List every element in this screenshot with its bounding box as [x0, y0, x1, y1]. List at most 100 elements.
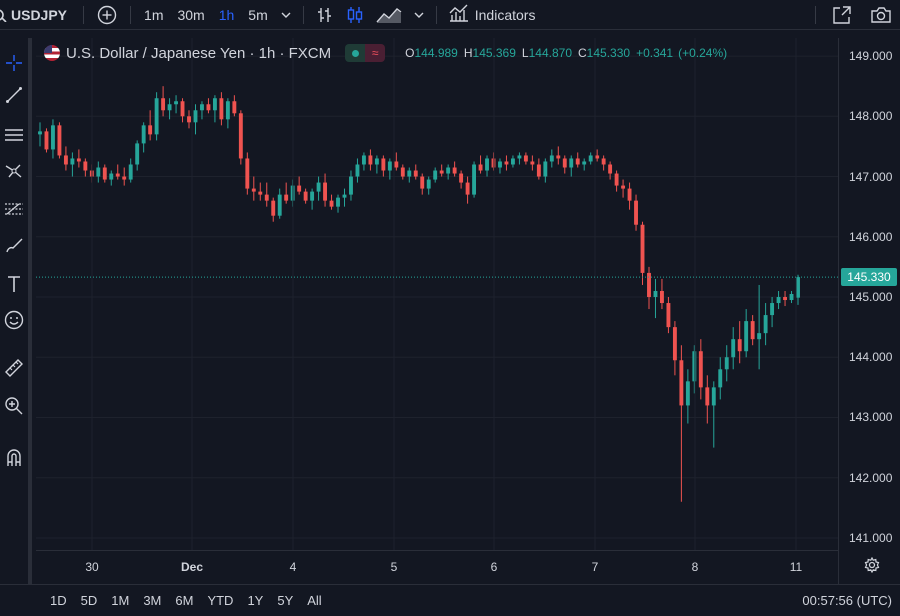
- snapshot-button[interactable]: [862, 0, 900, 30]
- candle-style-button[interactable]: [340, 0, 370, 30]
- candle-body: [485, 158, 489, 171]
- chart-settings-button[interactable]: [862, 556, 882, 576]
- trend-line-tool[interactable]: [0, 83, 28, 111]
- ohlc-values: O 144.989 H 145.369 L 144.870 C 145.330 +0.3…: [399, 46, 727, 60]
- candle-body: [206, 104, 211, 111]
- interval-button-30m[interactable]: 30m: [170, 0, 211, 30]
- candle-body: [653, 290, 658, 298]
- candle-body: [381, 158, 386, 171]
- fullscreen-icon: [832, 5, 852, 25]
- range-button-3m[interactable]: 3M: [136, 593, 168, 608]
- candle-body: [284, 194, 289, 201]
- bar-style-button[interactable]: [310, 0, 340, 30]
- add-symbol-button[interactable]: [90, 0, 124, 30]
- fullscreen-button[interactable]: [822, 0, 862, 30]
- range-button-5y[interactable]: 5Y: [270, 593, 300, 608]
- candle-body: [219, 98, 224, 120]
- indicators-button[interactable]: Indicators: [443, 0, 542, 30]
- chart-pane[interactable]: [36, 38, 838, 584]
- candle-body: [303, 191, 308, 201]
- symbol-search-button[interactable]: USDJPY: [0, 0, 73, 30]
- crosshair-tool[interactable]: [0, 51, 28, 79]
- magnet-tool[interactable]: [0, 446, 28, 474]
- interval-button-5m[interactable]: 5m: [241, 0, 274, 30]
- candle-body: [323, 182, 328, 201]
- bottom-bar: 1D 5D 1M 3M 6M YTD 1Y 5Y All 00:57:56 (UTC): [0, 584, 900, 616]
- intervals-dropdown-button[interactable]: [275, 0, 297, 30]
- range-button-6m[interactable]: 6M: [168, 593, 200, 608]
- candle-body: [660, 290, 664, 304]
- range-button-ytd[interactable]: YTD: [200, 593, 240, 608]
- range-button-all[interactable]: All: [300, 593, 328, 608]
- time-tick-label: 7: [591, 560, 599, 574]
- candle-body: [698, 351, 703, 388]
- candle-body: [478, 164, 483, 171]
- candle-body: [472, 164, 477, 195]
- candle-body: [115, 173, 120, 177]
- area-style-button[interactable]: [370, 0, 408, 30]
- price-axis[interactable]: 149.000 148.000 147.000 146.000 145.000 144.0…: [838, 38, 900, 584]
- candle-body: [167, 104, 172, 111]
- candle-body: [517, 155, 522, 159]
- candle-body: [355, 164, 360, 177]
- candle-body: [601, 158, 606, 165]
- low-key: L: [521, 46, 529, 60]
- candle-body: [70, 158, 75, 165]
- fib-tool[interactable]: [0, 197, 28, 225]
- candle-body: [510, 158, 515, 165]
- candle-body: [212, 98, 217, 111]
- range-button-1m[interactable]: 1M: [104, 593, 136, 608]
- candle-body: [277, 194, 282, 216]
- candle-body: [465, 182, 470, 195]
- candle-body: [504, 161, 509, 165]
- pattern-tool[interactable]: [0, 159, 28, 187]
- candle-body: [51, 125, 55, 150]
- emoji-tool[interactable]: [0, 308, 28, 336]
- market-status-badge[interactable]: ≈: [345, 44, 386, 62]
- candle-body: [562, 158, 567, 168]
- last-price-label: 145.330: [841, 268, 897, 287]
- candle-body: [413, 170, 418, 177]
- price-tick-label: 145.000: [849, 290, 893, 304]
- candle-body: [452, 167, 457, 174]
- chevron-down-icon: [281, 11, 291, 19]
- candle-body: [102, 167, 107, 180]
- chart-style-dropdown-button[interactable]: [408, 0, 430, 30]
- drawing-toolbar: [0, 38, 32, 584]
- candle-body: [446, 167, 451, 174]
- candle-body: [757, 333, 762, 340]
- price-tick-label: 146.000: [849, 229, 893, 244]
- ruler-tool[interactable]: [0, 356, 28, 384]
- brush-tool[interactable]: [0, 233, 28, 261]
- utc-clock[interactable]: 00:57:56 (UTC): [802, 593, 900, 608]
- range-button-1d[interactable]: 1D: [43, 593, 74, 608]
- candle-body: [387, 161, 392, 171]
- candle-body: [647, 272, 651, 298]
- interval-button-1h[interactable]: 1h: [212, 0, 242, 30]
- candle-body: [187, 116, 191, 123]
- low-value: 144.870: [528, 46, 572, 60]
- candle-body: [400, 167, 405, 177]
- symbol-label: USDJPY: [11, 6, 68, 23]
- candle-body: [582, 161, 587, 165]
- zoom-tool[interactable]: [0, 394, 28, 422]
- candle-body: [549, 155, 554, 162]
- close-key: C: [578, 46, 587, 60]
- candle-body: [96, 167, 101, 177]
- horizontal-lines-tool[interactable]: [0, 123, 28, 151]
- range-button-5d[interactable]: 5D: [74, 593, 105, 608]
- candle-body: [342, 194, 347, 198]
- time-axis[interactable]: 30 Dec 4 5 6 7 8 11: [36, 550, 838, 584]
- candle-body: [692, 351, 697, 382]
- candle-body: [193, 110, 198, 123]
- text-tool[interactable]: [0, 272, 28, 300]
- candle-body: [44, 131, 49, 150]
- candlestick-chart[interactable]: [36, 38, 838, 550]
- close-value: 145.330: [586, 46, 631, 60]
- indicators-label: Indicators: [474, 6, 536, 23]
- candle-body: [225, 101, 230, 120]
- high-value: 145.369: [472, 46, 516, 60]
- range-button-1y[interactable]: 1Y: [240, 593, 270, 608]
- candle-body: [141, 125, 146, 144]
- interval-button-1m[interactable]: 1m: [137, 0, 170, 30]
